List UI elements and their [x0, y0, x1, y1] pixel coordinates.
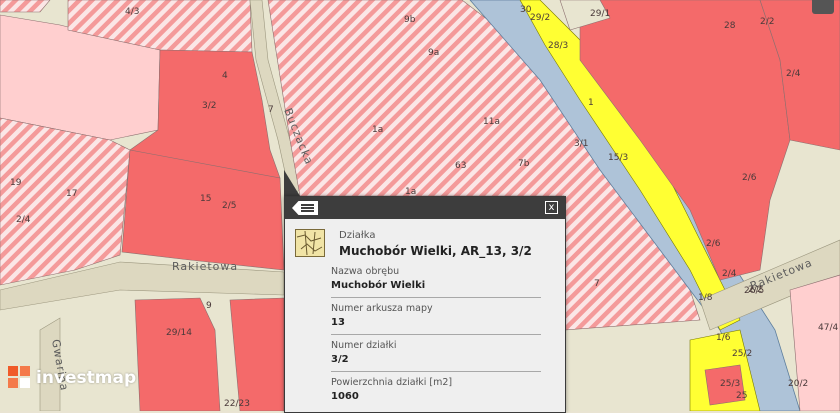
- logo-mark-icon: [8, 366, 30, 388]
- plot-label: 15: [200, 194, 211, 204]
- plot-label: 2/4: [722, 269, 737, 279]
- layer-label: Działka: [339, 230, 376, 241]
- plot-label: 2/6: [742, 173, 757, 183]
- plot-label: 11a: [483, 117, 500, 127]
- attribute-label: Numer działki: [331, 340, 397, 351]
- popup-body: Działka Muchobór Wielki, AR_13, 3/2 Nazw…: [285, 219, 565, 408]
- attribute-value: 13: [331, 317, 345, 328]
- popup-header: x: [285, 197, 565, 219]
- plot-label: 2/6: [706, 239, 721, 249]
- plot-label: 25/3: [720, 379, 740, 389]
- plot-label: 3/2: [202, 101, 216, 111]
- plot-label: 1/6: [716, 333, 731, 343]
- feature-popup: x Działka Muchobór Wielki, AR_13, 3/2 Na…: [284, 196, 566, 413]
- attribute-value: Muchobór Wielki: [331, 280, 426, 291]
- street-label: Rakietowa: [172, 260, 238, 273]
- plot-label: 47/4: [818, 323, 838, 333]
- plot-label: 15/3: [608, 153, 628, 163]
- plot-label: 2/2: [748, 285, 762, 295]
- plot-label: 9: [206, 301, 212, 311]
- plot-label: 2/4: [786, 69, 801, 79]
- plot-label: 20/2: [788, 379, 808, 389]
- plot-label: 29/2: [530, 13, 550, 23]
- feature-title: Muchobór Wielki, AR_13, 3/2: [339, 244, 532, 258]
- plot-label: 17: [66, 189, 77, 199]
- list-icon[interactable]: [292, 201, 318, 215]
- attribute-row: Nazwa obrębu Muchobór Wielki: [331, 258, 541, 298]
- plot-label: 2/4: [16, 215, 31, 225]
- parcel[interactable]: [134, 297, 221, 411]
- plot-label: 19: [10, 178, 22, 188]
- attribute-row: Numer arkusza mapy 13: [331, 298, 541, 335]
- parcel-icon: [295, 229, 325, 257]
- attribute-row: Powierzchnia działki [m2] 1060: [331, 372, 541, 408]
- plot-label: 1/8: [698, 293, 713, 303]
- feature-header: Działka Muchobór Wielki, AR_13, 3/2: [295, 227, 551, 258]
- plot-label: 63: [455, 161, 466, 171]
- plot-label: 3/1: [574, 139, 588, 149]
- plot-label: 29/14: [166, 328, 192, 338]
- plot-label: 25/2: [732, 349, 752, 359]
- plot-label: 4: [222, 71, 228, 81]
- plot-label: 4/3: [125, 7, 139, 17]
- plot-label: 7: [594, 279, 600, 289]
- plot-label: 22/23: [224, 399, 250, 409]
- plot-label: 28: [724, 21, 736, 31]
- plot-label: 29/1: [590, 9, 610, 19]
- attribute-value: 3/2: [331, 354, 349, 365]
- plot-label: 9b: [404, 15, 416, 25]
- investmap-logo: investmap: [8, 366, 136, 390]
- plot-label: 9a: [428, 48, 439, 58]
- plot-label: 7: [268, 105, 274, 115]
- attribute-label: Nazwa obrębu: [331, 266, 400, 277]
- attribute-label: Powierzchnia działki [m2]: [331, 377, 453, 388]
- plot-label: 7b: [518, 159, 530, 169]
- plot-label: 1a: [372, 125, 383, 135]
- plot-label: 25: [736, 391, 747, 401]
- plot-label: 2/5: [222, 201, 236, 211]
- attribute-row: Numer działki 3/2: [331, 335, 541, 372]
- plot-label: 1: [588, 98, 594, 108]
- attribute-list: Nazwa obrębu Muchobór Wielki Numer arkus…: [295, 258, 551, 408]
- logo-text: investmap: [36, 368, 137, 388]
- close-icon[interactable]: x: [545, 201, 558, 214]
- attribute-label: Numer arkusza mapy: [331, 303, 433, 314]
- plot-label: 2/2: [760, 17, 774, 27]
- plot-label: 28/3: [548, 41, 568, 51]
- attribute-value: 1060: [331, 391, 359, 402]
- comment-icon[interactable]: [812, 0, 834, 14]
